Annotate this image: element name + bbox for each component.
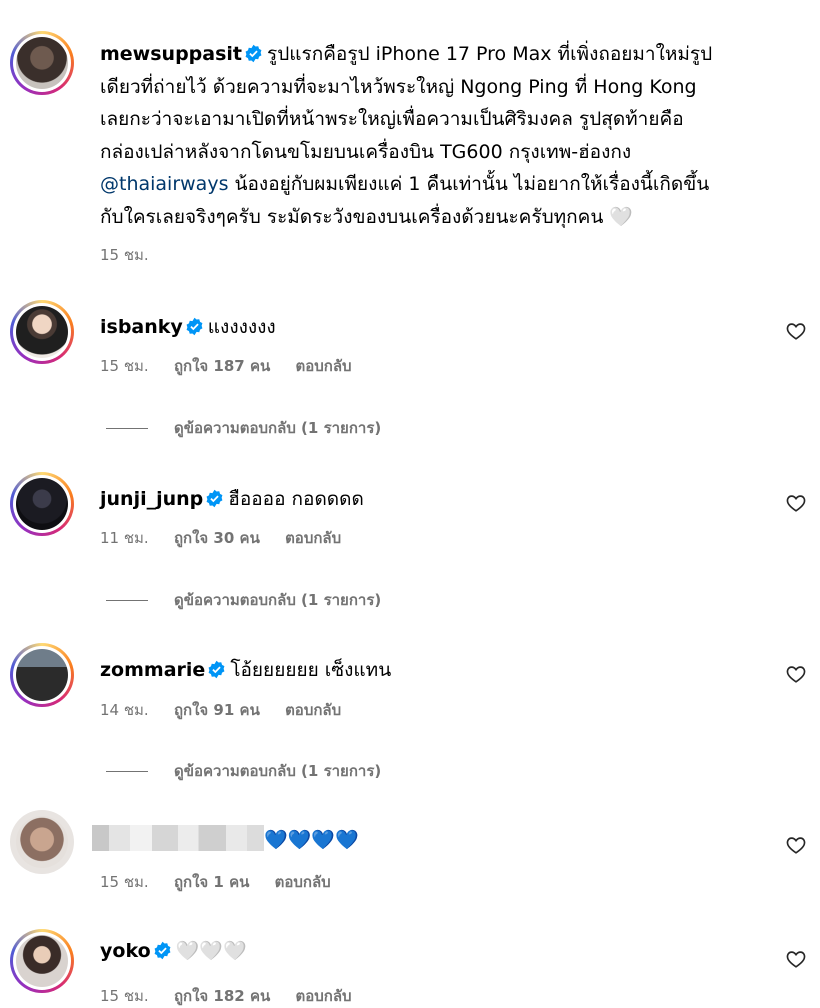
- view-replies-button[interactable]: ดูข้อความตอบกลับ (1 รายการ): [106, 588, 381, 612]
- comment-username[interactable]: isbanky: [100, 316, 183, 338]
- post-username[interactable]: mewsuppasit: [100, 43, 242, 65]
- likes-count[interactable]: ถูกใจ 182 คน: [174, 987, 270, 1005]
- likes-count[interactable]: ถูกใจ 1 คน: [174, 873, 249, 891]
- comment-4: 💙💙💙💙: [92, 825, 740, 851]
- verified-badge-icon: [208, 660, 225, 679]
- avatar[interactable]: [10, 300, 74, 364]
- comment-username[interactable]: yoko: [100, 940, 151, 962]
- post-meta: 15 ชม.: [100, 243, 169, 267]
- comment-time: 11 ชม.: [100, 529, 149, 547]
- post-caption: mewsuppasit รูปแรกคือรูป iPhone 17 Pro Ma…: [100, 38, 808, 233]
- reply-button[interactable]: ตอบกลับ: [285, 529, 341, 547]
- divider-line: [106, 428, 148, 429]
- comment-time: 15 ชม.: [100, 873, 149, 891]
- comment-meta: 15 ชม. ถูกใจ 182 คน ตอบกลับ: [100, 984, 372, 1008]
- caption-line-3: เลยกะว่าจะเอามาเปิดที่หน้าพระใหญ่เพื่อคว…: [100, 108, 684, 130]
- comment-text: 💙💙💙💙: [264, 829, 359, 851]
- comment-3: zommarie โอ้ยยยยยย เซ็งแทน: [100, 655, 740, 685]
- heart-outline-icon[interactable]: [785, 492, 807, 514]
- view-replies-button[interactable]: ดูข้อความตอบกลับ (1 รายการ): [106, 416, 381, 440]
- comment-text: 🤍🤍🤍: [175, 940, 247, 962]
- reply-button[interactable]: ตอบกลับ: [275, 873, 331, 891]
- heart-outline-icon[interactable]: [785, 834, 807, 856]
- view-replies-label: ดูข้อความตอบกลับ (1 รายการ): [174, 762, 382, 780]
- mention-link[interactable]: @thaiairways: [100, 173, 228, 195]
- comment-username[interactable]: junji_junp: [100, 488, 203, 510]
- verified-badge-icon: [206, 489, 223, 508]
- comment-meta: 15 ชม. ถูกใจ 187 คน ตอบกลับ: [100, 354, 372, 378]
- likes-count[interactable]: ถูกใจ 91 คน: [174, 701, 260, 719]
- caption-line-4: กล่องเปล่าหลังจากโดนขโมยบนเครื่องบิน TG6…: [100, 140, 632, 163]
- comment-5: yoko 🤍🤍🤍: [100, 939, 740, 962]
- comment-1: isbanky แงงงงงง: [100, 312, 740, 342]
- reply-button[interactable]: ตอบกลับ: [296, 987, 352, 1005]
- likes-count[interactable]: ถูกใจ 187 คน: [174, 357, 270, 375]
- view-replies-label: ดูข้อความตอบกลับ (1 รายการ): [174, 419, 382, 437]
- heart-outline-icon[interactable]: [785, 663, 807, 685]
- verified-badge-icon: [186, 317, 203, 336]
- caption-line-1: รูปแรกคือรูป iPhone 17 Pro Max ที่เพิ่งถ…: [267, 43, 713, 65]
- caption-line-6: กับใครเลยจริงๆครับ ระมัดระวังของบนเครื่อ…: [100, 205, 634, 228]
- heart-outline-icon[interactable]: [785, 948, 807, 970]
- comment-text: โอ้ยยยยยย เซ็งแทน: [230, 659, 392, 681]
- avatar[interactable]: [10, 810, 74, 874]
- avatar[interactable]: [10, 472, 74, 536]
- comment-2: junji_junp ฮืออออ กอดดดด: [100, 484, 740, 514]
- comment-time: 15 ชม.: [100, 987, 149, 1005]
- reply-button[interactable]: ตอบกลับ: [296, 357, 352, 375]
- caption-line-2: เดียวที่ถ่ายไว้ ด้วยความที่จะมาไหว้พระให…: [100, 75, 697, 98]
- reply-button[interactable]: ตอบกลับ: [285, 701, 341, 719]
- view-replies-label: ดูข้อความตอบกลับ (1 รายการ): [174, 591, 382, 609]
- post-avatar[interactable]: [10, 31, 74, 95]
- divider-line: [106, 771, 148, 772]
- heart-outline-icon[interactable]: [785, 320, 807, 342]
- comment-text: ฮืออออ กอดดดด: [228, 488, 364, 510]
- avatar[interactable]: [10, 643, 74, 707]
- comment-time: 14 ชม.: [100, 701, 149, 719]
- divider-line: [106, 600, 148, 601]
- avatar[interactable]: [10, 929, 74, 993]
- caption-line-5: น้องอยู่กับผมเพียงแค่ 1 คืนเท่านั้น ไม่อ…: [228, 173, 710, 195]
- comment-meta: 11 ชม. ถูกใจ 30 คน ตอบกลับ: [100, 526, 361, 550]
- post-time: 15 ชม.: [100, 246, 149, 264]
- comment-text: แงงงงงง: [207, 316, 276, 338]
- verified-badge-icon: [245, 44, 262, 63]
- likes-count[interactable]: ถูกใจ 30 คน: [174, 529, 260, 547]
- blurred-username: [92, 825, 264, 851]
- comment-time: 15 ชม.: [100, 357, 149, 375]
- comment-meta: 14 ชม. ถูกใจ 91 คน ตอบกลับ: [100, 698, 361, 722]
- comment-username[interactable]: zommarie: [100, 659, 205, 681]
- view-replies-button[interactable]: ดูข้อความตอบกลับ (1 รายการ): [106, 759, 381, 783]
- verified-badge-icon: [154, 941, 171, 960]
- comment-meta: 15 ชม. ถูกใจ 1 คน ตอบกลับ: [100, 870, 351, 894]
